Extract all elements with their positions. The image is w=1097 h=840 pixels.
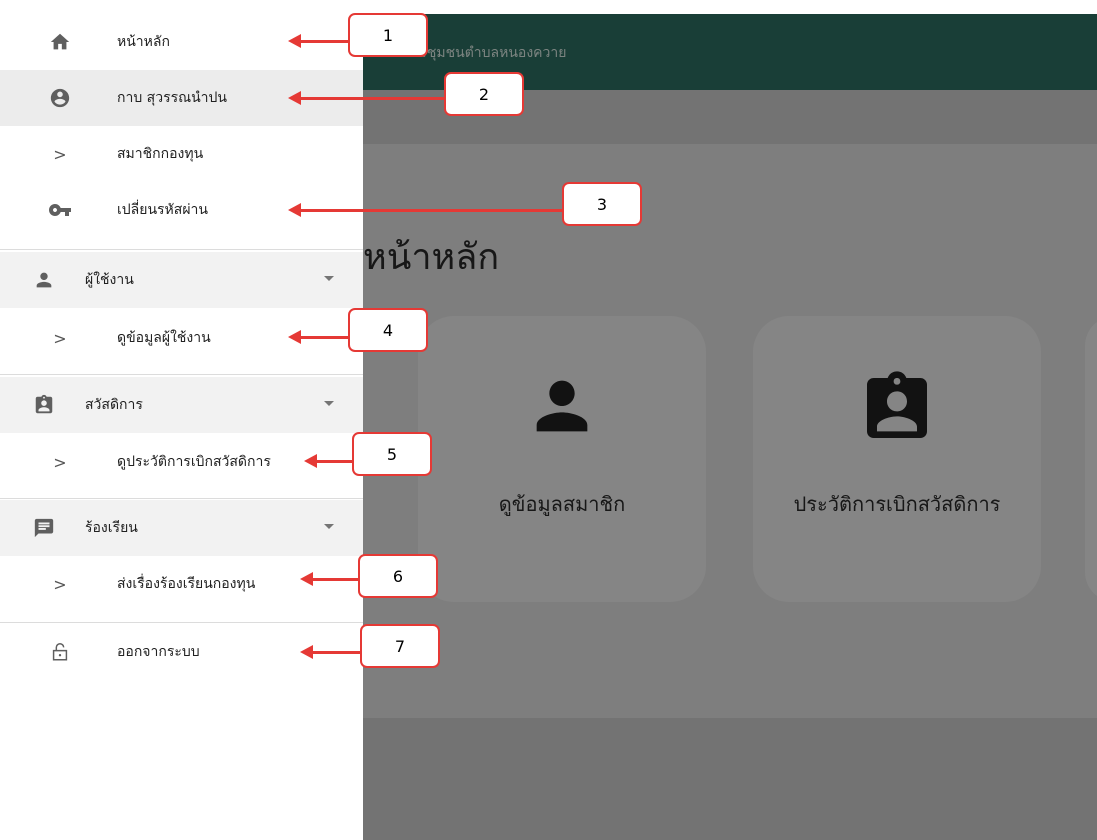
callout-box: 6	[358, 554, 438, 598]
nav-item-label: ส่งเรื่องร้องเรียนกองทุน	[117, 576, 256, 592]
callout-arrow	[300, 645, 360, 659]
chevron-right-icon: >	[53, 452, 67, 472]
callout-arrow	[288, 203, 562, 217]
home-icon	[48, 30, 72, 54]
callout-arrow	[288, 34, 348, 48]
chevron-down-icon	[324, 401, 334, 406]
callout-box: 4	[348, 308, 428, 352]
nav-item-members[interactable]: > สมาชิกกองทุน	[0, 126, 363, 182]
callout-arrow	[304, 454, 352, 468]
account-circle-icon	[48, 86, 72, 110]
nav-item-label: ดูประวัติการเบิกสวัสดิการ	[117, 454, 271, 470]
nav-item-label: หน้าหลัก	[117, 34, 170, 50]
nav-item-label: ออกจากระบบ	[117, 644, 200, 660]
divider	[0, 249, 363, 250]
navigation-drawer: หน้าหลัก กาบ สุวรรณนำปน > สมาชิกกองทุน เ…	[0, 0, 363, 840]
chevron-down-icon	[324, 276, 334, 281]
divider	[0, 622, 363, 623]
divider	[0, 374, 363, 375]
callout-arrow	[300, 572, 358, 586]
nav-group-label: ผู้ใช้งาน	[85, 272, 134, 288]
nav-item-label: สมาชิกกองทุน	[117, 146, 204, 162]
chevron-right-icon: >	[53, 574, 67, 594]
chevron-right-icon: >	[53, 144, 67, 164]
callout-box: 7	[360, 624, 440, 668]
chat-icon	[32, 516, 56, 540]
nav-group-complaint[interactable]: ร้องเรียน	[0, 500, 363, 556]
nav-item-label: ดูข้อมูลผู้ใช้งาน	[117, 330, 211, 346]
nav-item-label: เปลี่ยนรหัสผ่าน	[117, 202, 208, 218]
callout-arrow	[288, 330, 348, 344]
person-icon	[32, 268, 56, 292]
nav-group-users[interactable]: ผู้ใช้งาน	[0, 252, 363, 308]
nav-group-label: ร้องเรียน	[85, 520, 138, 536]
nav-item-label: กาบ สุวรรณนำปน	[117, 90, 227, 106]
badge-icon	[32, 393, 56, 417]
chevron-down-icon	[324, 524, 334, 529]
callout-box: 2	[444, 72, 524, 116]
nav-group-label: สวัสดิการ	[85, 397, 143, 413]
key-icon	[48, 198, 72, 222]
callout-arrow	[288, 91, 444, 105]
unlock-icon	[48, 640, 72, 664]
nav-group-welfare[interactable]: สวัสดิการ	[0, 377, 363, 433]
callout-box: 1	[348, 13, 428, 57]
callout-box: 5	[352, 432, 432, 476]
divider	[0, 498, 363, 499]
drawer-scrim[interactable]	[363, 14, 1097, 840]
chevron-right-icon: >	[53, 328, 67, 348]
callout-box: 3	[562, 182, 642, 226]
